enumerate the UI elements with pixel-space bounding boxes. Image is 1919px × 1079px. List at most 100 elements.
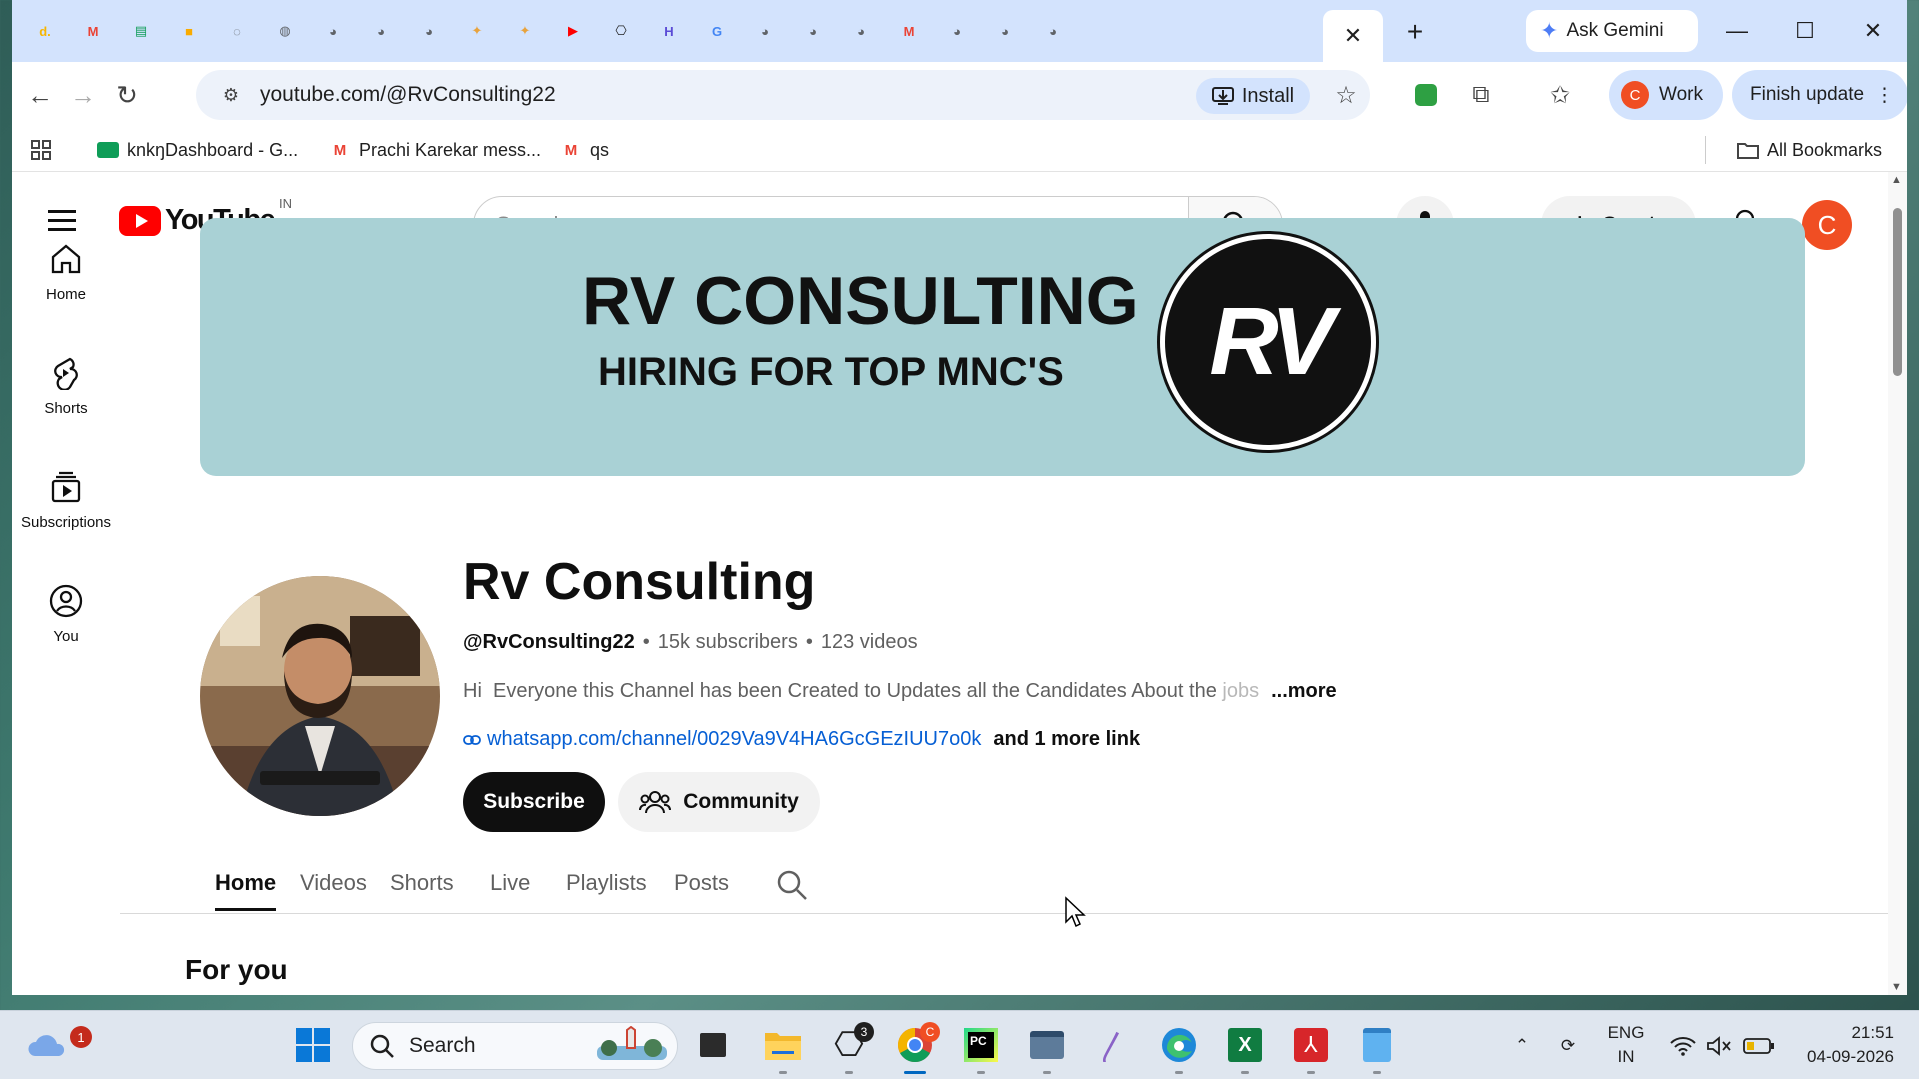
tab-videos[interactable]: Videos: [300, 870, 367, 896]
description-more-button[interactable]: ...more: [1271, 680, 1337, 703]
back-arrow-icon[interactable]: ←: [22, 77, 58, 113]
mouse-cursor-icon: [1064, 896, 1086, 933]
channel-link[interactable]: whatsapp.com/channel/0029Va9V4HA6GcGEzIU…: [487, 728, 981, 751]
active-tab[interactable]: ✕: [1323, 10, 1383, 62]
start-button[interactable]: [290, 1022, 336, 1068]
channel-description[interactable]: Hi Everyone this Channel has been Create…: [463, 680, 1337, 703]
folder-icon: [1737, 141, 1759, 159]
address-bar[interactable]: ⚙ youtube.com/@RvConsulting22: [196, 70, 1370, 120]
browser-tab[interactable]: H: [654, 13, 684, 49]
browser-tab[interactable]: ✦: [510, 13, 540, 49]
taskbar-search-input[interactable]: Search: [352, 1022, 678, 1070]
browser-tab[interactable]: ■: [174, 13, 204, 49]
menu-icon[interactable]: [48, 203, 82, 237]
sidebar-item-shorts[interactable]: Shorts: [12, 356, 120, 436]
feather-app-button[interactable]: 〳: [1090, 1022, 1136, 1068]
finish-update-button[interactable]: Finish update ⋮: [1732, 70, 1907, 120]
forward-arrow-icon[interactable]: →: [65, 77, 101, 113]
acrobat-button[interactable]: ⅄: [1288, 1022, 1334, 1074]
excel-button[interactable]: X: [1222, 1022, 1268, 1074]
notepad-button[interactable]: [1354, 1022, 1400, 1074]
browser-tab[interactable]: ✦: [462, 13, 492, 49]
scrollbar-thumb[interactable]: [1893, 208, 1902, 376]
tab-home[interactable]: Home: [215, 870, 277, 911]
wifi-icon[interactable]: [1668, 1011, 1698, 1079]
bookmark-star-icon[interactable]: ☆: [1328, 77, 1364, 113]
bookmark-item[interactable]: M Prachi Karekar mess...: [329, 136, 541, 164]
tab-playlists[interactable]: Playlists: [566, 870, 647, 896]
extensions-puzzle-icon[interactable]: ⧉: [1463, 77, 1499, 113]
weather-widget[interactable]: 1: [24, 1022, 92, 1068]
tab-live[interactable]: Live: [490, 870, 530, 896]
install-app-button[interactable]: Install: [1196, 78, 1310, 114]
sidebar-item-subscriptions[interactable]: Subscriptions: [12, 470, 120, 550]
browser-tab[interactable]: ◕: [318, 13, 348, 49]
url-text[interactable]: youtube.com/@RvConsulting22: [260, 83, 556, 107]
browser-tab[interactable]: M: [78, 13, 108, 49]
task-view-button[interactable]: [690, 1022, 736, 1068]
bookmark-item[interactable]: M qs: [560, 136, 609, 164]
browser-tab[interactable]: ▶: [558, 13, 588, 49]
pycharm-button[interactable]: PC: [958, 1022, 1004, 1074]
site-info-icon[interactable]: ⚙: [210, 74, 252, 116]
browser-tab[interactable]: ◕: [990, 13, 1020, 49]
region-code: IN: [1617, 1047, 1635, 1066]
app-window-button[interactable]: [1024, 1022, 1070, 1074]
page-scrollbar[interactable]: ▲ ▼: [1888, 172, 1907, 995]
minimize-icon[interactable]: —: [1703, 0, 1771, 62]
browser-tab[interactable]: ◍: [270, 13, 300, 49]
browser-tab[interactable]: ◕: [942, 13, 972, 49]
tab-shorts[interactable]: Shorts: [390, 870, 454, 896]
account-avatar[interactable]: C: [1802, 200, 1852, 250]
browser-tab[interactable]: ▤: [126, 13, 156, 49]
clock[interactable]: 21:51 04-09-2026: [1794, 1021, 1894, 1069]
chrome-profile-badge: C: [920, 1022, 940, 1042]
profile-button[interactable]: C Work: [1609, 70, 1723, 120]
scroll-down-icon[interactable]: ▼: [1891, 981, 1902, 993]
apps-grid-icon[interactable]: [30, 136, 52, 164]
browser-tab[interactable]: ◕: [414, 13, 444, 49]
file-explorer-button[interactable]: [760, 1022, 806, 1074]
battery-icon[interactable]: [1742, 1011, 1776, 1079]
browser-tab[interactable]: M: [894, 13, 924, 49]
browser-tab[interactable]: d.: [30, 13, 60, 49]
show-hidden-icons[interactable]: ⌃: [1508, 1011, 1536, 1079]
more-links-button[interactable]: and 1 more link: [993, 728, 1140, 751]
subscribe-button[interactable]: Subscribe: [463, 772, 605, 832]
volume-muted-icon[interactable]: [1704, 1011, 1734, 1079]
maximize-icon[interactable]: ☐: [1771, 0, 1839, 62]
channel-avatar[interactable]: [200, 576, 440, 816]
bookmark-label: qs: [590, 139, 610, 160]
browser-tab[interactable]: ◕: [1038, 13, 1068, 49]
close-window-icon[interactable]: ✕: [1839, 0, 1907, 62]
close-tab-icon[interactable]: ✕: [1344, 23, 1362, 49]
sidebar-item-home[interactable]: Home: [12, 242, 120, 322]
chatgpt-button[interactable]: ⎔ 3: [826, 1022, 874, 1074]
browser-tab[interactable]: ◌: [222, 13, 252, 49]
youtube-page: YouTube IN Search + Create C Home Shorts: [12, 172, 1888, 995]
browser-tab[interactable]: ◕: [366, 13, 396, 49]
browser-tab[interactable]: G: [702, 13, 732, 49]
scroll-up-icon[interactable]: ▲: [1891, 174, 1902, 186]
reading-list-icon[interactable]: ✩: [1542, 77, 1578, 113]
ask-gemini-button[interactable]: ✦ Ask Gemini: [1526, 10, 1698, 52]
new-tab-button[interactable]: +: [1397, 14, 1433, 50]
channel-search-icon[interactable]: [775, 868, 809, 907]
edge-button[interactable]: [1156, 1022, 1202, 1074]
all-bookmarks-button[interactable]: All Bookmarks: [1737, 136, 1882, 164]
browser-tab[interactable]: ⎔: [606, 13, 636, 49]
sidebar-item-you[interactable]: You: [12, 584, 120, 664]
browser-tab[interactable]: ◕: [750, 13, 780, 49]
tab-posts[interactable]: Posts: [674, 870, 729, 896]
community-button[interactable]: Community: [618, 772, 820, 832]
chrome-button[interactable]: C: [892, 1022, 940, 1074]
bookmark-item[interactable]: knkŋDashboard - G...: [97, 136, 298, 164]
puzzle-icon: ✦: [471, 23, 483, 38]
browser-tab[interactable]: ◕: [846, 13, 876, 49]
sync-icon[interactable]: ⟳: [1552, 1011, 1584, 1079]
reload-icon[interactable]: ↻: [109, 77, 145, 113]
extension-green-icon[interactable]: [1408, 77, 1444, 113]
language-indicator[interactable]: ENG IN: [1606, 1021, 1646, 1069]
more-vertical-icon: ⋮: [1875, 84, 1894, 106]
browser-tab[interactable]: ◕: [798, 13, 828, 49]
